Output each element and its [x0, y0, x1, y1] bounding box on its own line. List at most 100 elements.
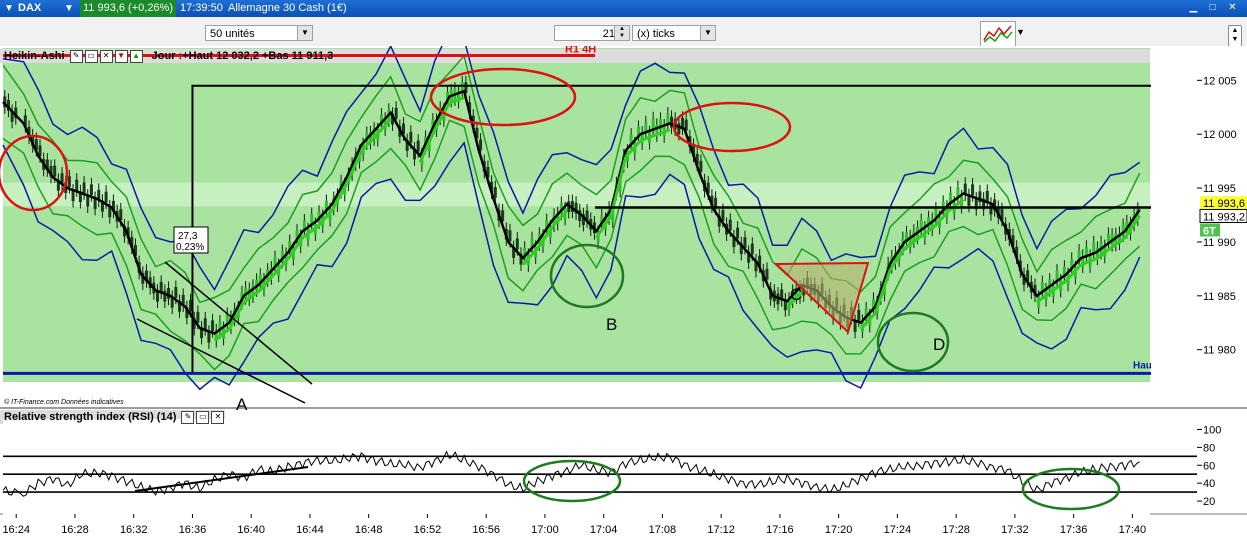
x-tick-label: 17:04 [590, 524, 618, 536]
chevron-down-icon[interactable]: ▼ [297, 26, 312, 40]
wrench-icon[interactable]: ✎ [69, 49, 83, 63]
units-select-value: 50 unités [210, 28, 255, 40]
x-tick-label: 16:32 [120, 524, 148, 536]
units-select[interactable]: 50 unités ▼ [205, 25, 313, 41]
y-tick-label: 11 985 [1203, 291, 1236, 303]
x-tick-label: 17:32 [1001, 524, 1029, 536]
x-tick-label: 17:00 [531, 524, 559, 536]
x-tick-label: 17:36 [1060, 524, 1088, 536]
price-badge: 11 993,6 (+0,26%) [80, 0, 176, 17]
y-tick-label: 12 005 [1203, 75, 1237, 87]
candle-body [736, 227, 740, 239]
scroll-arrows-icon[interactable]: ▲ ▼ [1228, 25, 1242, 47]
rsi-title: Relative strength index (RSI) (14) [4, 411, 177, 423]
window-icon[interactable]: ▭ [84, 49, 98, 63]
rsi-pane-header: Relative strength index (RSI) (14) ✎ ▭ ✕ [4, 410, 225, 424]
candle-body [53, 165, 57, 177]
close-icon[interactable]: ✕ [1226, 2, 1239, 14]
pattern-letter-c: C [790, 285, 802, 304]
x-tick-label: 16:36 [179, 524, 207, 536]
minimize-icon[interactable]: ▁ [1187, 2, 1200, 14]
maximize-icon[interactable]: □ [1206, 2, 1219, 14]
candle-body [750, 243, 754, 255]
candle-body [71, 190, 75, 202]
x-tick-label: 17:20 [825, 524, 853, 536]
candle-body [416, 140, 420, 152]
day-range-info: Jour :+Haut 12 032,2 +Bas 11 911,3 [151, 50, 334, 62]
x-tick-label: 16:48 [355, 524, 383, 536]
candle-body [699, 160, 703, 172]
y-tick-label: 11 990 [1203, 237, 1236, 249]
ticks-unit-select[interactable]: (x) ticks ▼ [632, 25, 716, 41]
rsi-y-tick-label: 40 [1203, 478, 1215, 490]
x-tick-label: 16:24 [2, 524, 30, 536]
chevron-down-icon[interactable]: ▼ [700, 26, 715, 40]
candle-body [82, 182, 86, 194]
rsi-y-tick-label: 60 [1203, 460, 1215, 472]
instrument-label: Allemagne 30 Cash (1€) [228, 2, 347, 14]
candle-body [670, 116, 674, 128]
candle-body [985, 190, 989, 202]
candle-body [196, 311, 200, 323]
piv-price-label: 11 993,2 [1203, 211, 1245, 223]
chevron-down-icon[interactable]: ▼ [1016, 27, 1025, 37]
close-icon[interactable]: ✕ [211, 410, 225, 424]
pattern-letter-b: B [606, 315, 617, 334]
candle-body [508, 230, 512, 242]
x-tick-label: 16:40 [237, 524, 265, 536]
candle-body [765, 268, 769, 280]
chart-type-button[interactable] [980, 21, 1016, 47]
chevron-down-icon[interactable]: ▼ [4, 0, 14, 17]
x-tick-label: 16:44 [296, 524, 324, 536]
y-tick-label: 11 995 [1203, 183, 1236, 195]
main-chart: R1 4HPiv 4HHaut (J, Pré)27,30,23%ABCD12 … [0, 46, 1247, 542]
r1-4h-label: R1 4H [565, 46, 596, 56]
candle-body [515, 238, 519, 250]
rsi-y-tick-label: 100 [1203, 424, 1221, 436]
candle-body [174, 287, 178, 298]
candle-body [75, 179, 79, 191]
copyright-label: © IT-Finance.com Données indicatives [4, 398, 124, 406]
candle-body [203, 318, 207, 330]
ticks-unit-value: (x) ticks [637, 28, 675, 40]
candle-body [853, 321, 857, 332]
symbol-label: DAX [18, 2, 42, 14]
candle-body [67, 176, 71, 188]
rsi-y-tick-label: 20 [1203, 496, 1215, 508]
pattern-letter-a: A [236, 395, 248, 414]
x-tick-label: 16:52 [414, 524, 442, 536]
pattern-letter-d: D [933, 335, 945, 354]
title-bar: ▼ DAX ▼ 11 993,6 (+0,26%) 17:39:50 Allem… [0, 0, 1247, 17]
candle-body [409, 131, 413, 143]
candle-body [104, 191, 108, 203]
ticks-input[interactable]: 21 ▲ ▼ [554, 25, 630, 41]
current-price-label: 11 993,6 [1203, 198, 1245, 210]
x-tick-label: 16:28 [61, 524, 89, 536]
main-pane-header: Heikin-Ashi ✎ ▭ ✕ ▼ ▲ Jour :+Haut 12 032,2 +… [4, 49, 333, 63]
chart-style-icon [983, 25, 1013, 43]
candle-body [1092, 242, 1096, 254]
arrow-down-icon[interactable]: ▼ [114, 49, 128, 63]
candle-body [211, 320, 215, 332]
x-tick-label: 17:08 [649, 524, 677, 536]
candle-body [167, 287, 171, 299]
candle-body [989, 203, 993, 215]
arrow-up-icon[interactable]: ▲ [129, 49, 143, 63]
chevron-down-icon[interactable]: ▼ [64, 0, 74, 17]
measure-value: 27,3 [178, 231, 198, 242]
window-icon[interactable]: ▭ [196, 410, 210, 424]
wrench-icon[interactable]: ✎ [181, 410, 195, 424]
x-tick-label: 16:56 [472, 524, 500, 536]
x-tick-label: 17:40 [1119, 524, 1147, 536]
y-tick-label: 11 980 [1203, 345, 1236, 357]
indicator-label: Heikin-Ashi [4, 50, 65, 62]
candle-body [89, 184, 93, 196]
chart-window: { "title_bar": { "symbol": "DAX", "price… [0, 0, 1247, 542]
rsi-y-tick-label: 80 [1203, 442, 1215, 454]
close-icon[interactable]: ✕ [99, 49, 113, 63]
clock-label: 17:39:50 [180, 2, 223, 14]
x-tick-label: 17:28 [942, 524, 970, 536]
measure-percent: 0,23% [176, 242, 204, 253]
spinner-icon[interactable]: ▲ ▼ [614, 26, 629, 40]
y-tick-label: 12 000 [1203, 129, 1237, 141]
